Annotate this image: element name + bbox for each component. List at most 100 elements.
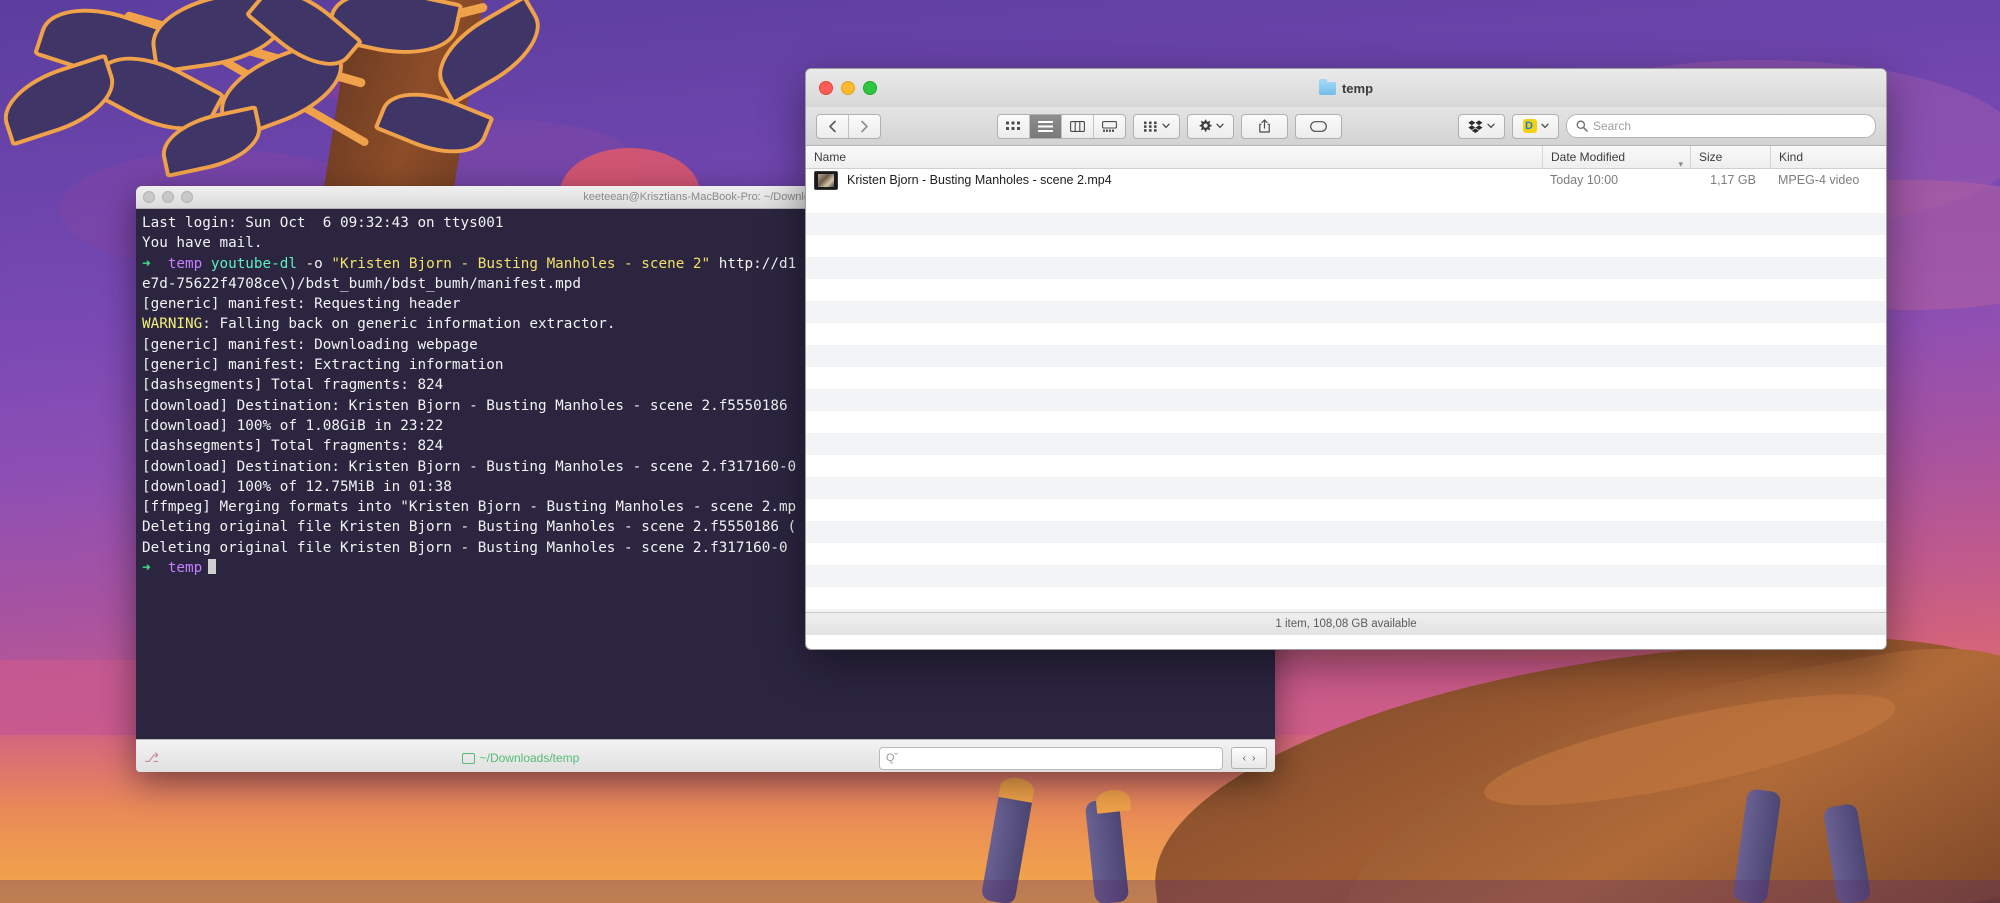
finder-back-button[interactable] xyxy=(817,114,849,138)
downie-icon: D xyxy=(1525,119,1533,132)
finder-search-input[interactable]: Search xyxy=(1566,114,1876,138)
wallpaper-leaf xyxy=(0,53,125,147)
finder-window[interactable]: temp D Search Name Date Modified ▾ Size … xyxy=(805,68,1887,650)
terminal-text-span: [dashsegments] Total fragments: 824 xyxy=(142,438,444,455)
finder-file-list[interactable]: Kristen Bjorn - Busting Manholes - scene… xyxy=(806,169,1886,612)
empty-table-row[interactable] xyxy=(806,499,1886,521)
list-view-button[interactable] xyxy=(1030,114,1062,138)
terminal-text-span: [generic] manifest: Downloading webpage xyxy=(142,336,478,353)
terminal-text-span: temp xyxy=(150,560,203,577)
finder-downie-button[interactable]: D xyxy=(1512,113,1559,139)
terminal-text-span: [download] 100% of 1.08GiB in 23:22 xyxy=(142,417,444,434)
file-size-cell: 1,17 GB xyxy=(1710,173,1756,187)
terminal-text-span: [download] 100% of 12.75MiB in 01:38 xyxy=(142,478,452,495)
empty-table-row[interactable] xyxy=(806,345,1886,367)
gallery-view-button[interactable] xyxy=(1094,115,1125,138)
finder-title: temp xyxy=(806,69,1886,107)
tag-icon xyxy=(1310,120,1327,132)
column-header-kind[interactable]: Kind xyxy=(1770,146,1886,168)
share-icon xyxy=(1259,119,1270,133)
terminal-text-span: [download] Destination: Kristen Bjorn - … xyxy=(142,397,788,414)
finder-status-text: 1 item, 108,08 GB available xyxy=(1275,618,1417,630)
column-header-size[interactable]: Size xyxy=(1690,146,1770,168)
finder-dropbox-button[interactable] xyxy=(1458,113,1505,139)
finder-zoom-button[interactable] xyxy=(863,81,877,95)
table-row[interactable]: Kristen Bjorn - Busting Manholes - scene… xyxy=(806,169,1886,191)
terminal-text-span: You have mail. xyxy=(142,235,263,252)
video-thumbnail-icon xyxy=(814,170,838,190)
empty-table-row[interactable] xyxy=(806,565,1886,587)
finder-toolbar[interactable]: D Search xyxy=(806,107,1886,146)
terminal-text-span: temp xyxy=(150,255,211,272)
chevron-down-icon xyxy=(1487,123,1495,129)
terminal-next-prompt-button[interactable]: › xyxy=(1252,753,1255,764)
finder-navigation-segment[interactable] xyxy=(816,113,881,139)
terminal-text-span: : Falling back on generic information ex… xyxy=(202,316,616,333)
empty-table-row[interactable] xyxy=(806,543,1886,565)
terminal-text-span: WARNING xyxy=(142,316,203,333)
terminal-prev-prompt-button[interactable]: ‹ xyxy=(1243,753,1246,764)
terminal-text-span: Last login: Sun Oct 6 09:32:43 on ttys00… xyxy=(142,215,504,231)
finder-title-label: temp xyxy=(1341,80,1374,96)
terminal-text-span: ➜ xyxy=(142,255,151,272)
terminal-text-span: Deleting original file Kristen Bjorn - B… xyxy=(142,539,788,556)
wallpaper-bottom-shadow xyxy=(0,880,2000,903)
finder-view-mode-segment[interactable] xyxy=(997,113,1126,139)
finder-titlebar[interactable]: temp xyxy=(806,69,1886,107)
empty-table-row[interactable] xyxy=(806,191,1886,213)
empty-table-row[interactable] xyxy=(806,367,1886,389)
terminal-text-span: ➜ xyxy=(142,560,151,577)
file-name-label: Kristen Bjorn - Busting Manholes - scene… xyxy=(847,173,1112,187)
terminal-text-span: [generic] manifest: Extracting informati… xyxy=(142,357,504,374)
chevron-down-icon xyxy=(1161,123,1170,129)
empty-table-row[interactable] xyxy=(806,279,1886,301)
folder-icon xyxy=(1318,78,1336,95)
chevron-down-icon xyxy=(1540,123,1549,129)
finder-arrange-button[interactable] xyxy=(1133,113,1180,139)
search-icon xyxy=(1576,120,1588,132)
terminal-text-span: [download] Destination: Kristen Bjorn - … xyxy=(142,458,797,475)
empty-table-row[interactable] xyxy=(806,433,1886,455)
terminal-search-input[interactable]: Q˘ xyxy=(879,746,1223,770)
empty-table-row[interactable] xyxy=(806,477,1886,499)
finder-minimize-button[interactable] xyxy=(841,81,855,95)
empty-table-row[interactable] xyxy=(806,323,1886,345)
empty-table-row[interactable] xyxy=(806,411,1886,433)
icon-view-button[interactable] xyxy=(998,114,1030,138)
finder-tag-button[interactable] xyxy=(1295,113,1342,139)
finder-column-headers[interactable]: Name Date Modified ▾ Size Kind xyxy=(806,146,1886,169)
terminal-text-span: e7d-75622f4708ce\)/bdst_bumh/bdst_bumh/m… xyxy=(142,275,581,292)
terminal-text-span: "Kristen Bjorn - Busting Manholes - scen… xyxy=(331,255,711,272)
empty-table-row[interactable] xyxy=(806,455,1886,477)
finder-statusbar: 1 item, 108,08 GB available xyxy=(806,612,1886,635)
gear-icon xyxy=(1199,119,1212,132)
terminal-cursor xyxy=(208,559,217,575)
file-kind-cell: MPEG-4 video xyxy=(1778,173,1860,187)
terminal-text-span: -o xyxy=(296,255,332,272)
empty-table-row[interactable] xyxy=(806,301,1886,323)
column-header-date-modified[interactable]: Date Modified ▾ xyxy=(1542,146,1690,169)
empty-table-row[interactable] xyxy=(806,389,1886,411)
terminal-text-span: [ffmpeg] Merging formats into "Kristen B… xyxy=(142,499,797,516)
empty-table-row[interactable] xyxy=(806,235,1886,257)
terminal-statusbar: ⎇ ~/Downloads/temp Q˘ ‹ › xyxy=(136,739,1275,772)
terminal-prompt-nav[interactable]: ‹ › xyxy=(1231,747,1267,769)
empty-table-row[interactable] xyxy=(806,213,1886,235)
empty-table-row[interactable] xyxy=(806,257,1886,279)
finder-close-button[interactable] xyxy=(819,81,833,95)
finder-forward-button[interactable] xyxy=(849,115,880,138)
finder-share-button[interactable] xyxy=(1241,113,1288,139)
terminal-bell-icon: ⎇ xyxy=(144,750,159,765)
empty-table-row[interactable] xyxy=(806,587,1886,609)
terminal-text-span: http://d1 xyxy=(710,255,797,272)
empty-table-row[interactable] xyxy=(806,521,1886,543)
column-view-button[interactable] xyxy=(1062,114,1094,138)
column-header-name[interactable]: Name xyxy=(806,146,1542,168)
terminal-working-directory: ~/Downloads/temp xyxy=(170,751,871,765)
terminal-search-placeholder: Q˘ xyxy=(886,752,899,764)
finder-action-button[interactable] xyxy=(1187,113,1234,139)
terminal-path-label: ~/Downloads/temp xyxy=(479,751,580,765)
folder-icon xyxy=(461,752,475,764)
terminal-text-span: youtube-dl xyxy=(210,255,297,272)
terminal-text-span: [generic] manifest: Requesting header xyxy=(142,296,461,313)
